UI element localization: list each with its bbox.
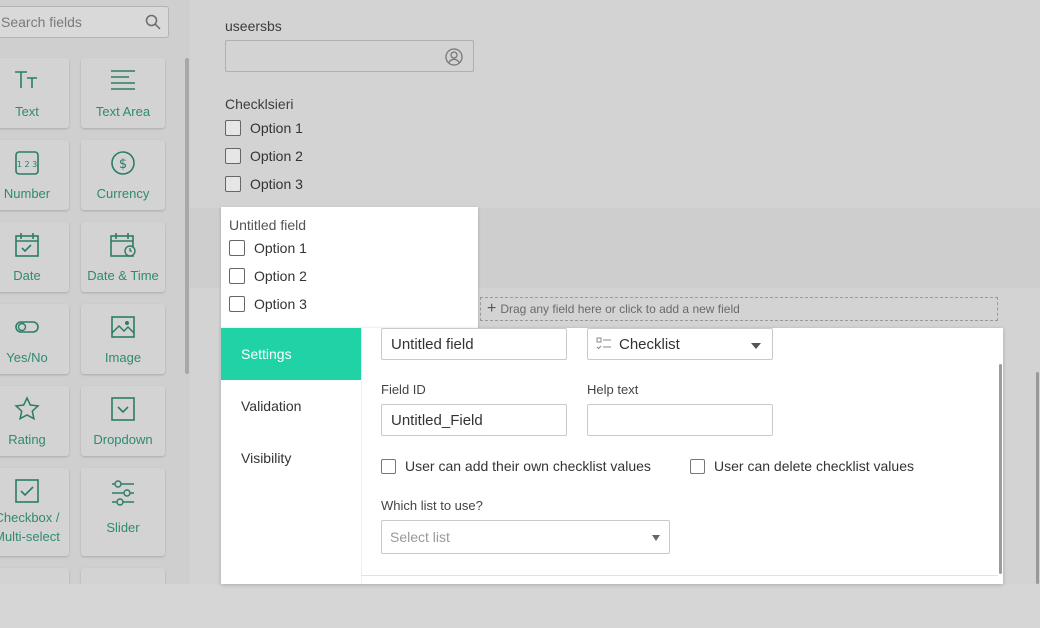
field-type-select[interactable]: Checklist	[587, 328, 773, 360]
palette-tile-checkbox[interactable]: Checkbox / Multi-select	[0, 468, 69, 556]
option-label: Option 1	[254, 240, 307, 256]
list-select[interactable]: Select list	[381, 520, 670, 554]
toggle-icon	[15, 321, 39, 333]
search-icon[interactable]	[145, 14, 161, 30]
tile-label: Date & Time	[87, 268, 159, 283]
palette-tile-dropdown[interactable]: Dropdown	[81, 386, 165, 456]
calendar-icon	[15, 233, 39, 257]
slider-icon	[112, 480, 134, 506]
option-label: Option 2	[250, 148, 303, 164]
list-select-label: Which list to use?	[381, 498, 483, 513]
tab-divider	[361, 328, 362, 584]
allow-add-option[interactable]: User can add their own checklist values	[381, 458, 651, 474]
help-text-input[interactable]	[587, 404, 773, 436]
tile-label: Text	[15, 104, 39, 119]
editor-tabs: Settings Validation Visibility	[221, 328, 361, 584]
tile-label: Number	[3, 186, 51, 201]
checkbox[interactable]	[225, 148, 241, 164]
tile-label: Yes/No	[6, 350, 48, 365]
palette-tile-text[interactable]: Text	[0, 58, 69, 128]
number-icon: 1 2 3	[15, 151, 39, 175]
tile-label: Currency	[96, 186, 150, 201]
palette-tile-rating[interactable]: Rating	[0, 386, 69, 456]
tab-visibility[interactable]: Visibility	[221, 432, 361, 484]
preview-option[interactable]: Option 2	[229, 268, 307, 284]
option-label: Option 1	[250, 120, 303, 136]
text-area-icon	[111, 70, 135, 90]
palette-scrollbar[interactable]	[185, 58, 189, 374]
checklist-icon	[596, 337, 611, 350]
palette-tile-text-area[interactable]: Text Area	[81, 58, 165, 128]
editor-divider	[361, 575, 998, 576]
star-icon	[14, 396, 40, 421]
allow-add-checkbox[interactable]	[381, 458, 396, 474]
palette-tile-yes-no[interactable]: Yes/No	[0, 304, 69, 374]
option-label: Option 3	[254, 296, 307, 312]
svg-text:1 2 3: 1 2 3	[17, 160, 37, 169]
active-field-preview[interactable]: Untitled field Option 1 Option 2 Option …	[221, 207, 478, 329]
palette-tile-slider[interactable]: Slider	[81, 468, 165, 556]
tile-label: Checkbox / Multi-select	[0, 510, 60, 544]
tile-label: Text Area	[95, 104, 151, 119]
field-label-checklist: Checklsieri	[225, 96, 294, 112]
tab-validation[interactable]: Validation	[221, 380, 361, 432]
checkbox[interactable]	[225, 120, 241, 136]
image-icon	[111, 316, 135, 338]
add-field-dropzone[interactable]: + Drag any field here or click to add a …	[480, 297, 998, 321]
palette-tile-currency[interactable]: $ Currency	[81, 140, 165, 210]
bottom-bar	[0, 584, 1040, 628]
user-icon	[445, 48, 463, 66]
allow-delete-label: User can delete checklist values	[714, 458, 914, 474]
field-name-input[interactable]	[381, 328, 567, 360]
plus-icon: +	[487, 300, 497, 317]
tile-label: Slider	[106, 520, 140, 535]
checkbox[interactable]	[229, 240, 245, 256]
preview-option[interactable]: Option 3	[229, 296, 307, 312]
list-select-placeholder: Select list	[390, 529, 450, 545]
chevron-down-icon	[652, 535, 660, 541]
allow-delete-checkbox[interactable]	[690, 458, 705, 474]
checklist-option[interactable]: Option 1	[225, 120, 303, 136]
option-label: Option 2	[254, 268, 307, 284]
calendar-clock-icon	[110, 233, 136, 257]
checklist-option[interactable]: Option 3	[225, 176, 303, 192]
dropdown-icon	[111, 397, 135, 421]
option-label: Option 3	[250, 176, 303, 192]
checkbox[interactable]	[229, 296, 245, 312]
search-input[interactable]	[0, 7, 141, 37]
user-field-input[interactable]	[225, 40, 474, 72]
field-palette: Text Text Area 1 2 3 Number $ Currency D…	[0, 0, 190, 588]
tile-label: Date	[13, 268, 41, 283]
tile-label: Image	[104, 350, 142, 365]
help-text-label: Help text	[587, 382, 639, 397]
text-type-icon	[15, 71, 37, 88]
search-box[interactable]	[0, 6, 169, 38]
field-type-value: Checklist	[619, 335, 680, 353]
palette-tile-number[interactable]: 1 2 3 Number	[0, 140, 69, 210]
active-field-label: Untitled field	[229, 217, 307, 233]
tile-label: Dropdown	[93, 432, 153, 447]
preview-option[interactable]: Option 1	[229, 240, 307, 256]
editor-scrollbar[interactable]	[999, 364, 1002, 574]
palette-tile-date[interactable]: Date	[0, 222, 69, 292]
palette-tile-date-time[interactable]: Date & Time	[81, 222, 165, 292]
checklist-option[interactable]: Option 2	[225, 148, 303, 164]
checkbox[interactable]	[229, 268, 245, 284]
allow-add-label: User can add their own checklist values	[405, 458, 651, 474]
field-label-user: useersbs	[225, 18, 282, 34]
chevron-down-icon	[751, 343, 761, 349]
tile-label: Rating	[8, 432, 46, 447]
field-editor-panel: Settings Validation Visibility Checklist…	[221, 328, 1003, 584]
field-id-label: Field ID	[381, 382, 426, 397]
dropzone-hint: Drag any field here or click to add a ne…	[500, 302, 740, 316]
palette-tile-image[interactable]: Image	[81, 304, 165, 374]
checkbox-icon	[15, 479, 39, 503]
canvas-scrollbar[interactable]	[1036, 372, 1039, 584]
field-id-input[interactable]	[381, 404, 567, 436]
currency-icon: $	[111, 151, 135, 175]
checkbox[interactable]	[225, 176, 241, 192]
allow-delete-option[interactable]: User can delete checklist values	[690, 458, 914, 474]
svg-text:$: $	[119, 157, 127, 172]
tab-settings[interactable]: Settings	[221, 328, 361, 380]
